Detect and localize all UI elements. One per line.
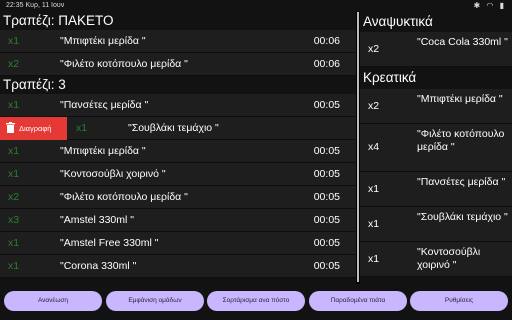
show-groups-button[interactable]: Εμφάνιση ομάδων: [106, 291, 204, 311]
bluetooth-icon: ✱: [473, 1, 483, 10]
order-time: 00:06: [313, 35, 340, 47]
category-qty: x2: [368, 43, 380, 55]
order-row[interactable]: x1 "Μπιφτέκι μερίδα " 00:06: [0, 30, 356, 53]
order-item-name: "Σουβλάκι τεμάχιο ": [128, 122, 219, 134]
category-qty: x1: [368, 218, 380, 230]
scrollbar-thumb[interactable]: [357, 12, 359, 282]
category-item-name: "Κοντοσούβλι χοιρινό ": [417, 246, 481, 271]
status-bar: 22:35 Κυρ, 11 Ιουν ✱ ◠ ▮: [0, 0, 512, 12]
order-time: 00:05: [313, 260, 340, 272]
sort-by-station-button[interactable]: Σορτάρισμα ανα πόστο: [207, 291, 305, 311]
order-time: 00:05: [313, 214, 340, 226]
order-row[interactable]: x1 "Κοντοσούβλι χοιρινό " 00:05: [0, 163, 356, 186]
category-row[interactable]: x2 "Coca Cola 330ml ": [360, 32, 512, 67]
order-qty: x1: [8, 168, 20, 180]
category-row[interactable]: x4 "Φιλέτο κοτόπουλο μερίδα ": [360, 124, 512, 172]
order-row[interactable]: x1 "Corona 330ml " 00:05: [0, 255, 356, 278]
orders-by-table-list[interactable]: Τραπέζι: ΠΑΚΕΤΟ x1 "Μπιφτέκι μερίδα " 00…: [0, 12, 356, 284]
order-item-name: "Κοντοσούβλι χοιρινό ": [60, 168, 166, 180]
order-qty: x2: [8, 191, 20, 203]
order-row-swiped[interactable]: Διαγραφή x1 "Σουβλάκι τεμάχιο ": [0, 117, 356, 140]
refresh-button[interactable]: Ανανέωση: [4, 291, 102, 311]
category-item-name: "Σουβλάκι τεμάχιο ": [417, 211, 508, 223]
order-item-name: "Μπιφτέκι μερίδα ": [60, 145, 146, 157]
order-qty: x1: [76, 122, 88, 134]
status-time: 22:35 Κυρ, 11 Ιουν: [6, 2, 65, 9]
category-qty: x4: [368, 141, 380, 153]
category-item-name: "Φιλέτο κοτόπουλο μερίδα ": [417, 128, 505, 153]
delivered-dishes-button[interactable]: Παραδομένα πιάτα: [309, 291, 407, 311]
order-row[interactable]: x1 "Amstel Free 330ml " 00:05: [0, 232, 356, 255]
order-qty: x1: [8, 260, 20, 272]
order-row[interactable]: x2 "Φιλέτο κοτόπουλο μερίδα " 00:06: [0, 53, 356, 76]
trash-icon: [6, 122, 15, 133]
category-row[interactable]: x1 "Κοντοσούβλι χοιρινό ": [360, 242, 512, 277]
category-header: Αναψυκτικά: [360, 12, 512, 32]
category-row[interactable]: x2 "Μπιφτέκι μερίδα ": [360, 89, 512, 124]
order-qty: x1: [8, 145, 20, 157]
order-time: 00:05: [313, 237, 340, 249]
delete-label: Διαγραφή: [19, 124, 52, 133]
category-qty: x2: [368, 100, 380, 112]
order-row[interactable]: x3 "Amstel 330ml " 00:05: [0, 209, 356, 232]
table-header: Τραπέζι: ΠΑΚΕΤΟ: [0, 12, 356, 30]
order-time: 00:05: [313, 145, 340, 157]
order-item-name: "Φιλέτο κοτόπουλο μερίδα ": [60, 191, 188, 203]
order-qty: x3: [8, 214, 20, 226]
order-item-name: "Μπιφτέκι μερίδα ": [60, 35, 146, 47]
category-qty: x1: [368, 253, 380, 265]
category-qty: x1: [368, 183, 380, 195]
category-row[interactable]: x1 "Πανσέτες μερίδα ": [360, 172, 512, 207]
order-item-name: "Φιλέτο κοτόπουλο μερίδα ": [60, 58, 188, 70]
order-qty: x2: [8, 58, 20, 70]
order-qty: x1: [8, 35, 20, 47]
order-time: 00:05: [313, 168, 340, 180]
order-row[interactable]: x2 "Φιλέτο κοτόπουλο μερίδα " 00:05: [0, 186, 356, 209]
order-qty: x1: [8, 99, 20, 111]
table-header: Τραπέζι: 3: [0, 76, 356, 94]
order-time: 00:05: [313, 99, 340, 111]
category-item-name: "Μπιφτέκι μερίδα ": [417, 93, 503, 105]
order-row[interactable]: x1 "Μπιφτέκι μερίδα " 00:05: [0, 140, 356, 163]
order-item-name: "Amstel 330ml ": [60, 214, 134, 226]
order-time: 00:05: [313, 191, 340, 203]
category-row[interactable]: x1 "Σουβλάκι τεμάχιο ": [360, 207, 512, 242]
category-item-name: "Coca Cola 330ml ": [417, 36, 508, 48]
orders-by-category-list[interactable]: Αναψυκτικά x2 "Coca Cola 330ml " Κρεατικ…: [360, 12, 512, 284]
bottom-action-bar: Ανανέωση Εμφάνιση ομάδων Σορτάρισμα ανα …: [0, 284, 512, 320]
delete-button[interactable]: Διαγραφή: [0, 117, 67, 140]
settings-button[interactable]: Ρυθμίσεις: [410, 291, 508, 311]
order-time: 00:06: [313, 58, 340, 70]
category-item-name: "Πανσέτες μερίδα ": [417, 176, 506, 188]
wifi-icon: ◠: [486, 1, 496, 10]
order-qty: x1: [8, 237, 20, 249]
order-item-name: "Πανσέτες μερίδα ": [60, 99, 149, 111]
order-row[interactable]: x1 "Πανσέτες μερίδα " 00:05: [0, 94, 356, 117]
battery-icon: ▮: [499, 1, 506, 10]
category-header: Κρεατικά: [360, 67, 512, 89]
order-item-name: "Amstel Free 330ml ": [60, 237, 159, 249]
status-icons: ✱ ◠ ▮: [473, 1, 506, 10]
order-item-name: "Corona 330ml ": [60, 260, 137, 272]
